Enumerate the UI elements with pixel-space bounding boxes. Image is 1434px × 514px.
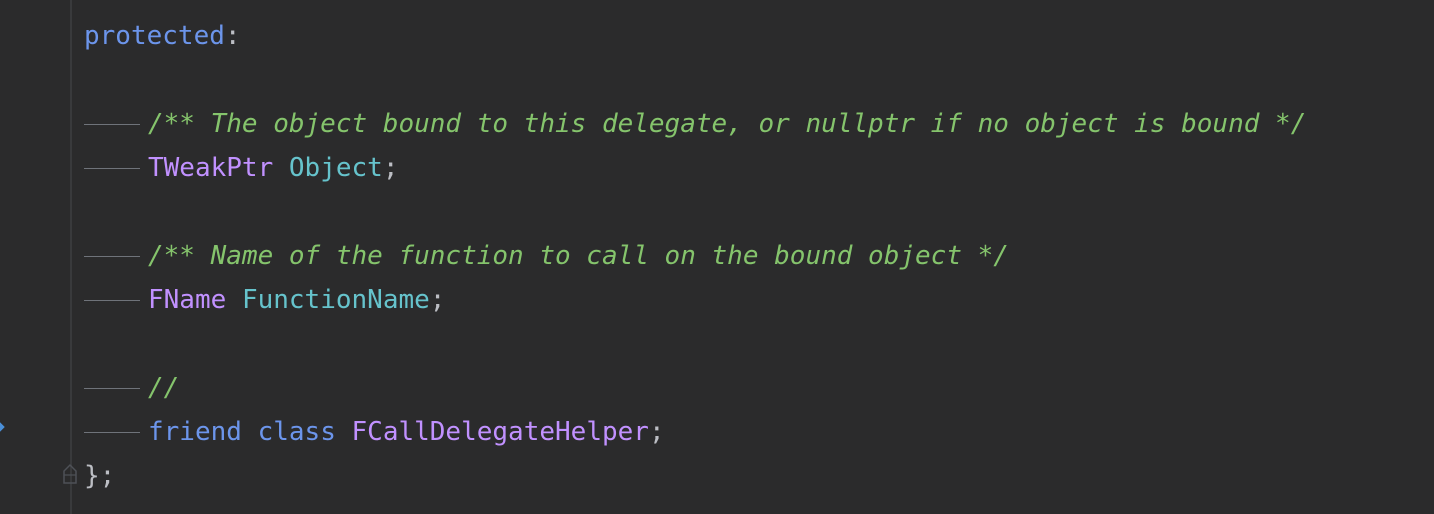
code-line-3: /** The object bound to this delegate, o…	[84, 102, 1306, 146]
code-editor[interactable]: protected: /** The object bound to this …	[0, 0, 1434, 514]
field-name: FunctionName	[241, 285, 430, 315]
code-line-1: protected:	[84, 14, 1306, 58]
indent-guide	[84, 278, 148, 322]
doc-comment: /** Name of the function to call on the …	[148, 241, 1009, 271]
line-comment: //	[148, 373, 180, 403]
keyword-class: class	[257, 417, 336, 447]
indent-guide	[84, 410, 148, 454]
code-line-4: TWeakPtr Object;	[84, 146, 1306, 190]
code-line-6: /** Name of the function to call on the …	[84, 234, 1306, 278]
semicolon: ;	[382, 153, 399, 183]
type-name: FName	[148, 285, 227, 315]
indent-guide	[84, 146, 148, 190]
indent-guide	[84, 102, 148, 146]
keyword-friend: friend	[148, 417, 242, 447]
code-line-11: };	[84, 454, 1306, 498]
doc-comment: /** The object bound to this delegate, o…	[148, 109, 1307, 139]
code-area[interactable]: protected: /** The object bound to this …	[84, 14, 1306, 498]
editor-gutter[interactable]	[0, 0, 77, 514]
indent-guide	[84, 234, 148, 278]
colon: :	[224, 21, 241, 51]
fold-end-icon[interactable]	[62, 461, 78, 485]
code-line-7: FName FunctionName;	[84, 278, 1306, 322]
implementation-arrow-icon[interactable]	[0, 416, 8, 438]
class-name: FCallDelegateHelper	[351, 417, 649, 447]
closing-brace: };	[84, 461, 116, 491]
indent-guide	[84, 366, 148, 410]
code-line-10: friend class FCallDelegateHelper;	[84, 410, 1306, 454]
code-line-9: //	[84, 366, 1306, 410]
type-name: TWeakPtr	[148, 153, 274, 183]
access-specifier: protected	[84, 21, 225, 51]
field-name: Object	[288, 153, 383, 183]
semicolon: ;	[429, 285, 446, 315]
semicolon: ;	[648, 417, 665, 447]
